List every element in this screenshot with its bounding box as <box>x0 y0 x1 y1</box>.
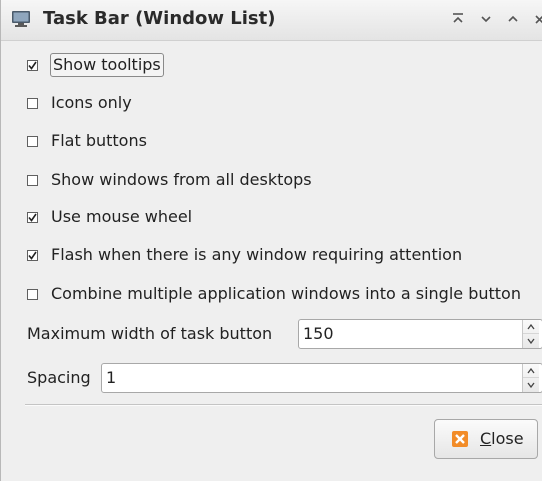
spin-buttons <box>522 364 539 392</box>
option-flash-attention[interactable]: Flash when there is any window requiring… <box>27 243 463 267</box>
option-use-mouse-wheel[interactable]: Use mouse wheel <box>27 205 193 229</box>
option-label: Use mouse wheel <box>51 207 193 226</box>
close-button-label: Close <box>480 429 524 449</box>
checkbox[interactable] <box>27 174 38 186</box>
minimize-icon[interactable] <box>477 9 495 29</box>
option-icons-only[interactable]: Icons only <box>27 91 133 115</box>
max-width-label: Maximum width of task button <box>27 324 273 343</box>
plugin-config-dialog: Task Bar (Window List) Show tooltips Ico… <box>0 0 542 481</box>
monitor-icon <box>11 9 31 29</box>
spin-buttons <box>522 320 539 348</box>
option-label: Combine multiple application windows int… <box>51 284 521 303</box>
max-width-spinbox[interactable] <box>298 319 542 349</box>
checkbox[interactable] <box>27 135 38 147</box>
checkbox[interactable] <box>27 97 38 109</box>
option-show-all-desktops[interactable]: Show windows from all desktops <box>27 168 313 192</box>
spin-up-icon[interactable] <box>523 364 539 378</box>
close-mnemonic: C <box>480 429 492 448</box>
checkmark-icon <box>28 213 37 222</box>
title-bar[interactable]: Task Bar (Window List) <box>1 0 542 41</box>
separator <box>25 404 542 406</box>
option-combine-windows[interactable]: Combine multiple application windows int… <box>27 282 522 306</box>
option-show-tooltips[interactable]: Show tooltips <box>27 53 164 77</box>
close-window-icon[interactable] <box>531 9 542 29</box>
option-label: Flash when there is any window requiring… <box>51 245 463 264</box>
option-flat-buttons[interactable]: Flat buttons <box>27 129 148 153</box>
checkbox[interactable] <box>27 59 38 71</box>
option-label: Icons only <box>51 93 132 112</box>
checkmark-icon <box>28 251 37 260</box>
checkbox[interactable] <box>27 211 38 223</box>
close-button[interactable]: Close <box>434 419 538 459</box>
window-title: Task Bar (Window List) <box>43 8 276 29</box>
spin-down-icon[interactable] <box>523 334 539 348</box>
checkmark-icon <box>28 61 37 70</box>
max-width-input[interactable] <box>303 320 513 348</box>
spacing-spinbox[interactable] <box>101 363 542 393</box>
spin-down-icon[interactable] <box>523 378 539 392</box>
maximize-icon[interactable] <box>504 9 522 29</box>
spacing-input[interactable] <box>106 364 506 392</box>
checkbox[interactable] <box>27 249 38 261</box>
shade-icon[interactable] <box>449 9 467 29</box>
spin-up-icon[interactable] <box>523 320 539 334</box>
option-label: Show tooltips <box>50 53 164 77</box>
option-label: Show windows from all desktops <box>51 170 312 189</box>
close-label-rest: lose <box>491 429 524 448</box>
checkbox[interactable] <box>27 288 38 300</box>
option-label: Flat buttons <box>51 131 147 150</box>
close-icon <box>452 431 468 447</box>
spacing-label: Spacing <box>27 368 91 387</box>
